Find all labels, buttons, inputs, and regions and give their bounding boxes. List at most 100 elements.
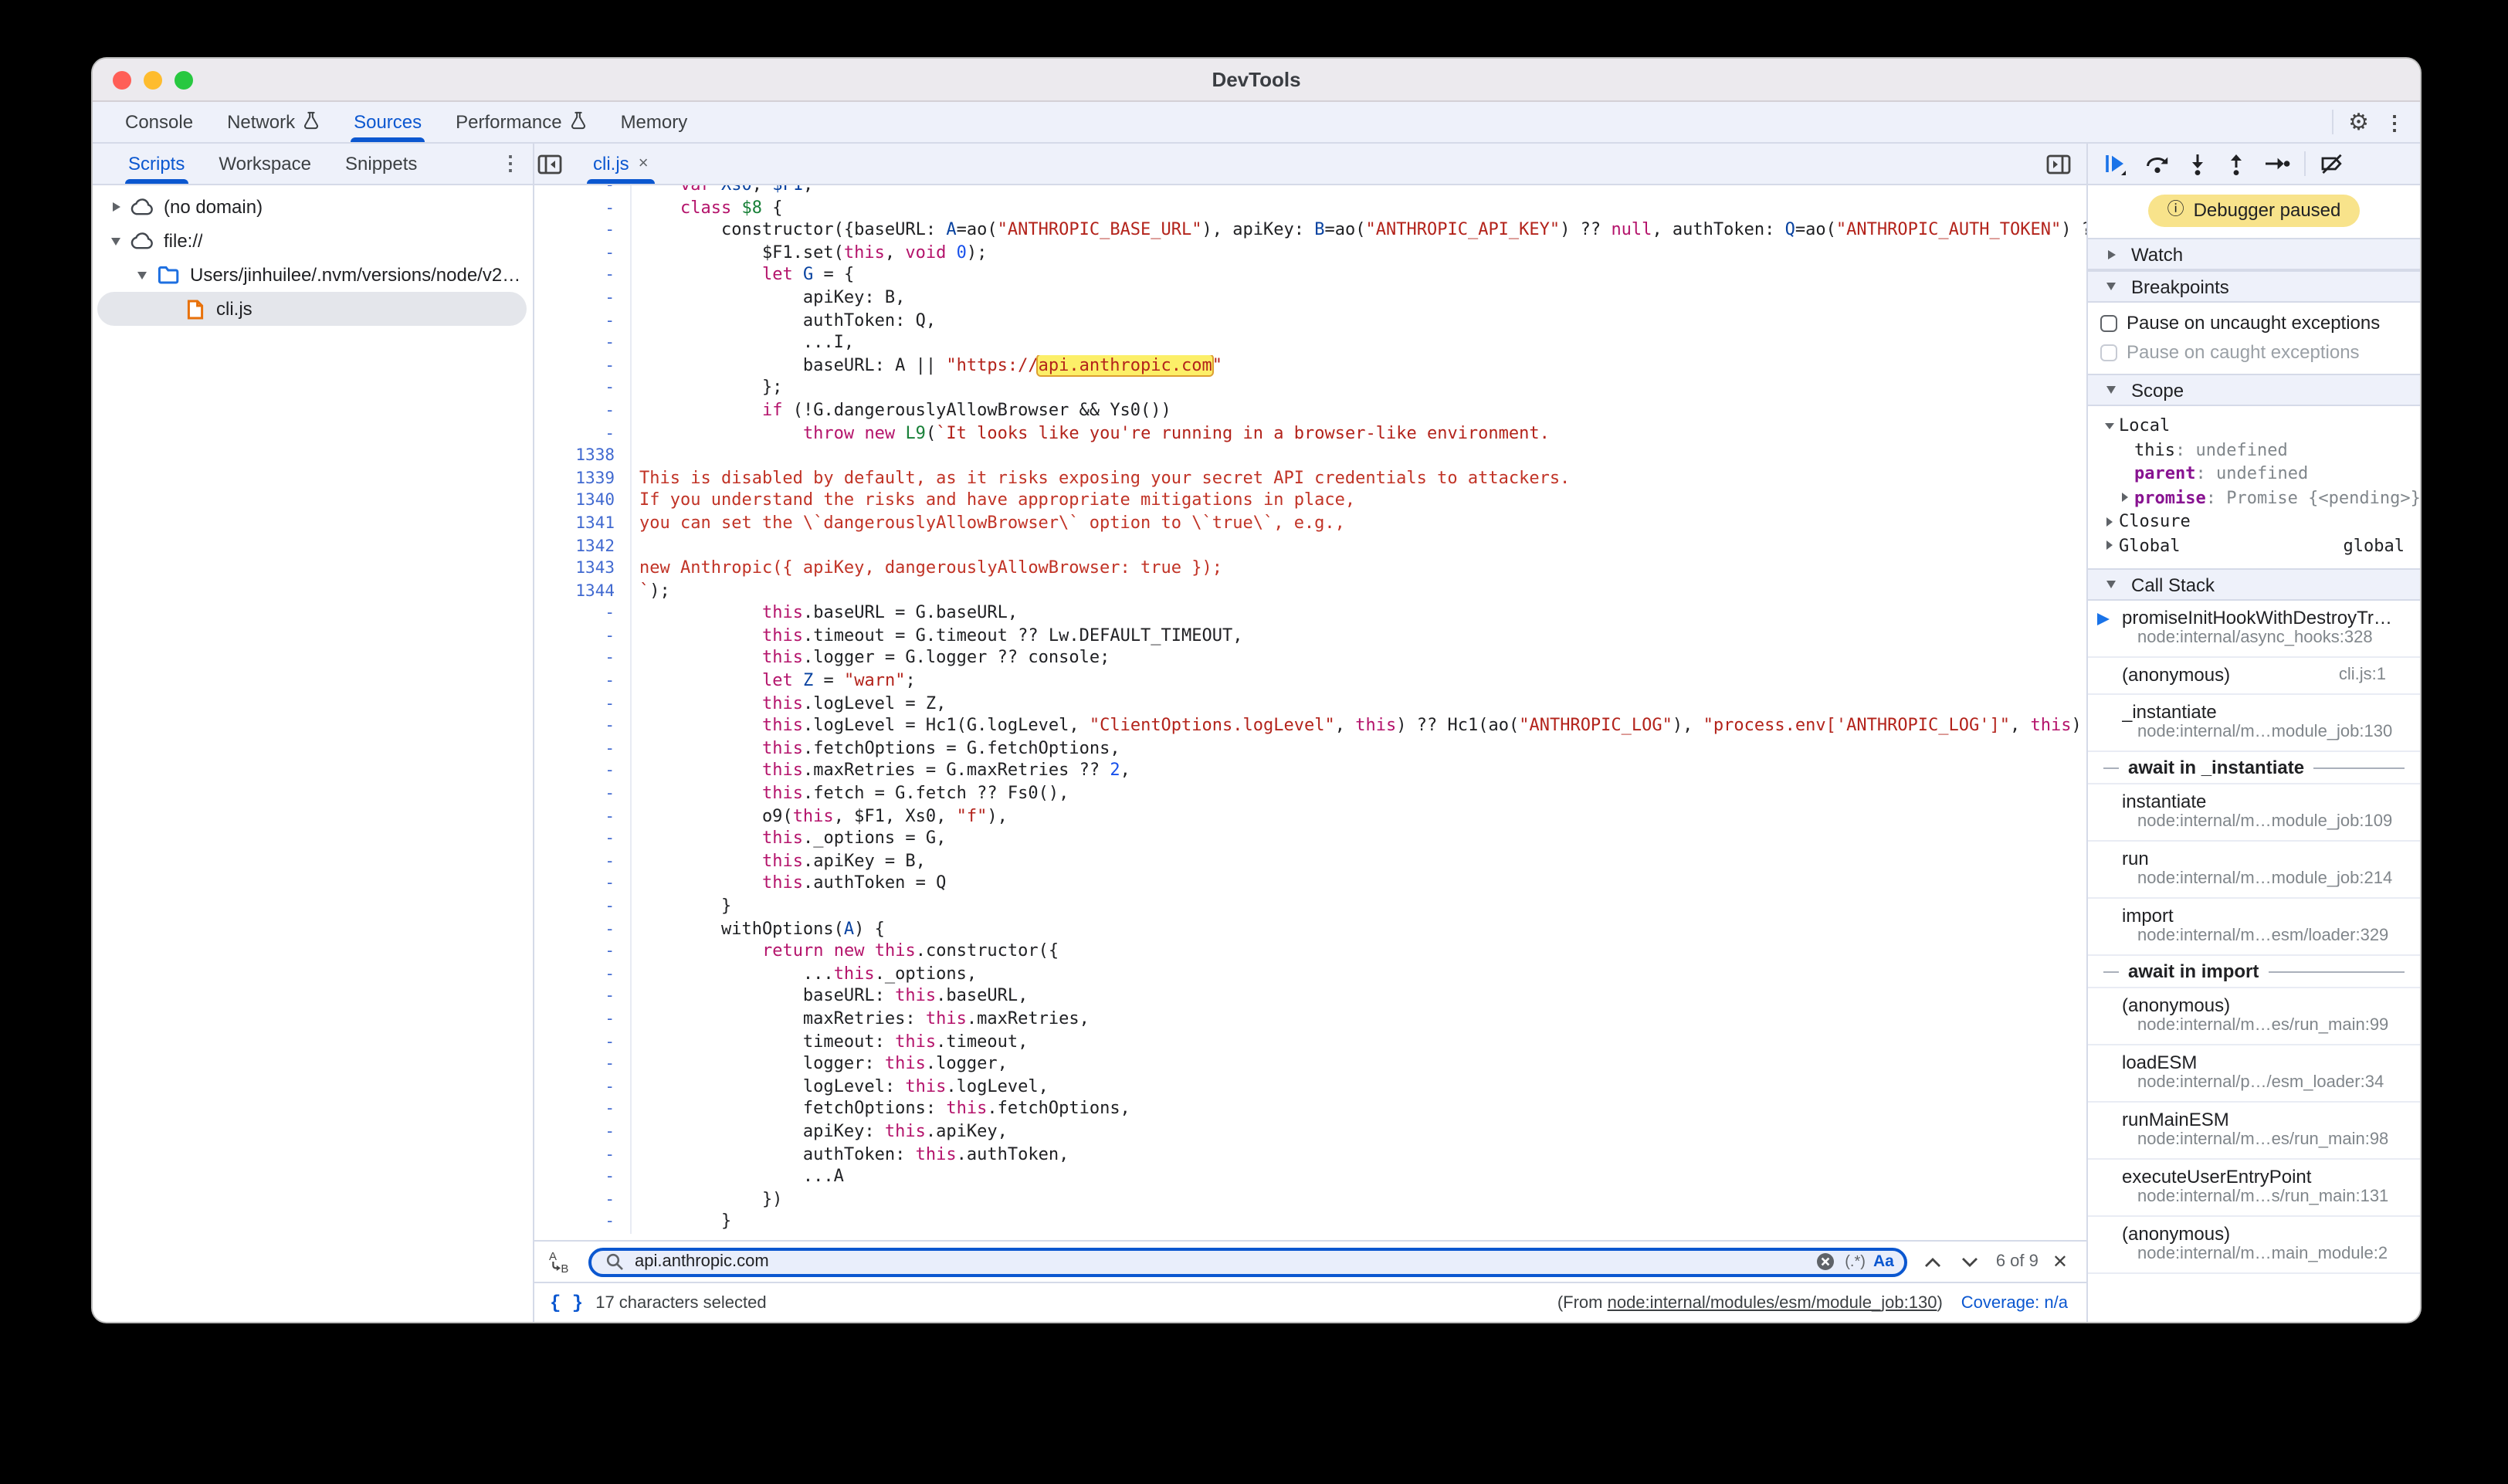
expander-right-icon[interactable] xyxy=(2100,517,2119,527)
code-line-text[interactable] xyxy=(632,445,2086,467)
call-stack-frame-runmainesm[interactable]: runMainESMnode:internal/m…es/run_main:98 xyxy=(2088,1103,2420,1160)
gutter-line-number[interactable]: - xyxy=(534,805,632,828)
code-line-text[interactable]: fetchOptions: this.fetchOptions, xyxy=(632,1099,2086,1121)
expander-down-icon[interactable] xyxy=(105,237,127,245)
call-stack-frame-anonymous[interactable]: (anonymous)node:internal/m…es/run_main:9… xyxy=(2088,988,2420,1045)
code-line-text[interactable]: maxRetries: this.maxRetries, xyxy=(632,1008,2086,1031)
call-stack-frame-anonymous[interactable]: (anonymous)cli.js:1 xyxy=(2088,658,2420,695)
step-over-button[interactable] xyxy=(2142,150,2173,178)
gutter-line-number[interactable]: - xyxy=(534,964,632,986)
call-stack-frame-instantiate[interactable]: instantiatenode:internal/m…module_job:10… xyxy=(2088,784,2420,842)
panel-tab-console[interactable]: Console xyxy=(108,102,210,142)
gutter-line-number[interactable]: - xyxy=(534,197,632,219)
scope-section-header[interactable]: Scope xyxy=(2088,374,2420,406)
code-line-text[interactable]: class $8 { xyxy=(632,197,2086,219)
gutter-line-number[interactable]: - xyxy=(534,1121,632,1143)
gutter-line-number[interactable]: - xyxy=(534,1099,632,1121)
gutter-line-number[interactable]: - xyxy=(534,1211,632,1234)
code-line-text[interactable]: you can set the \`dangerouslyAllowBrowse… xyxy=(632,513,2086,535)
code-line-text[interactable]: new Anthropic({ apiKey, dangerouslyAllow… xyxy=(632,557,2086,580)
step-out-button[interactable] xyxy=(2222,149,2250,178)
scope-row-promise[interactable]: promise: Promise {<pending>} xyxy=(2088,486,2420,510)
gutter-line-number[interactable]: - xyxy=(534,783,632,805)
gutter-line-number[interactable]: - xyxy=(534,185,632,197)
panel-tab-network[interactable]: Network xyxy=(210,102,337,142)
gutter-line-number[interactable]: - xyxy=(534,310,632,332)
gutter-line-number[interactable]: - xyxy=(534,896,632,918)
code-line-text[interactable]: let Z = "warn"; xyxy=(632,670,2086,693)
gutter-line-number[interactable]: - xyxy=(534,670,632,693)
code-line-text[interactable]: logger: this.logger, xyxy=(632,1053,2086,1076)
code-line-text[interactable]: return new this.constructor({ xyxy=(632,940,2086,963)
gutter-line-number[interactable]: 1343 xyxy=(534,557,632,580)
code-line-text[interactable]: this.maxRetries = G.maxRetries ?? 2, xyxy=(632,761,2086,783)
expander-right-icon[interactable] xyxy=(2100,541,2119,551)
code-line-text[interactable]: this.baseURL = G.baseURL, xyxy=(632,603,2086,625)
call-stack-frame-executeuserentrypoint[interactable]: executeUserEntryPointnode:internal/m…s/r… xyxy=(2088,1160,2420,1217)
gutter-line-number[interactable]: - xyxy=(534,761,632,783)
gutter-line-number[interactable]: - xyxy=(534,603,632,625)
code-line-text[interactable]: apiKey: B, xyxy=(632,287,2086,310)
match-case-toggle[interactable]: Aa xyxy=(1873,1252,1894,1271)
gutter-line-number[interactable]: - xyxy=(534,828,632,850)
gutter-line-number[interactable]: - xyxy=(534,648,632,670)
expander-down-icon[interactable] xyxy=(131,271,153,279)
clear-search-icon[interactable] xyxy=(1812,1249,1837,1274)
code-line-text[interactable]: this.fetchOptions = G.fetchOptions, xyxy=(632,738,2086,761)
gutter-line-number[interactable]: 1339 xyxy=(534,467,632,490)
panel-tab-sources[interactable]: Sources xyxy=(337,102,439,142)
code-line-text[interactable]: if (!G.dangerouslyAllowBrowser && Ys0()) xyxy=(632,400,2086,422)
gutter-line-number[interactable]: - xyxy=(534,265,632,287)
code-line-text[interactable]: this.logger = G.logger ?? console; xyxy=(632,648,2086,670)
gutter-line-number[interactable]: - xyxy=(534,332,632,354)
gutter-line-number[interactable]: - xyxy=(534,940,632,963)
editor-tab-cli-js[interactable]: cli.js × xyxy=(578,144,664,184)
tree-item-file[interactable]: file:// xyxy=(93,224,533,258)
gutter-line-number[interactable]: - xyxy=(534,378,632,400)
code-line-text[interactable]: this.logLevel = Z, xyxy=(632,693,2086,715)
settings-gear-icon[interactable]: ⚙ xyxy=(2348,110,2369,134)
resume-button[interactable] xyxy=(2100,149,2131,178)
gutter-line-number[interactable]: - xyxy=(534,625,632,648)
gutter-line-number[interactable]: - xyxy=(534,918,632,940)
code-line-text[interactable]: withOptions(A) { xyxy=(632,918,2086,940)
code-line-text[interactable]: ...I, xyxy=(632,332,2086,354)
navigator-more-icon[interactable]: ⋮ xyxy=(500,151,533,176)
gutter-line-number[interactable]: - xyxy=(534,242,632,265)
call-stack-section-header[interactable]: Call Stack xyxy=(2088,568,2420,601)
call-stack-frame-instantiate[interactable]: _instantiatenode:internal/m…module_job:1… xyxy=(2088,695,2420,752)
code-line-text[interactable] xyxy=(632,535,2086,557)
regex-toggle[interactable]: (.*) xyxy=(1845,1253,1866,1270)
gutter-line-number[interactable]: - xyxy=(534,986,632,1008)
code-line-text[interactable]: } xyxy=(632,1211,2086,1234)
search-field[interactable]: (.*) Aa xyxy=(588,1247,1908,1276)
panel-tab-memory[interactable]: Memory xyxy=(604,102,705,142)
code-line-text[interactable]: authToken: this.authToken, xyxy=(632,1143,2086,1166)
code-line-text[interactable]: var Xs0, $F1; xyxy=(632,185,2086,197)
gutter-line-number[interactable]: - xyxy=(534,400,632,422)
gutter-line-number[interactable]: - xyxy=(534,738,632,761)
call-stack-frame-loadesm[interactable]: loadESMnode:internal/p…/esm_loader:34 xyxy=(2088,1045,2420,1103)
navigator-tab-snippets[interactable]: Snippets xyxy=(328,144,434,184)
checkbox-icon[interactable] xyxy=(2100,314,2117,331)
gutter-line-number[interactable]: 1341 xyxy=(534,513,632,535)
call-stack-frame-run[interactable]: runnode:internal/m…module_job:214 xyxy=(2088,842,2420,899)
gutter-line-number[interactable]: 1340 xyxy=(534,490,632,513)
gutter-line-number[interactable]: - xyxy=(534,1188,632,1211)
code-line-text[interactable]: this.authToken = Q xyxy=(632,873,2086,896)
scope-row-local[interactable]: Local xyxy=(2088,414,2420,438)
code-line-text[interactable]: ...A xyxy=(632,1166,2086,1188)
gutter-line-number[interactable]: - xyxy=(534,1166,632,1188)
replace-toggle-icon[interactable]: AB xyxy=(545,1246,574,1277)
gutter-line-number[interactable]: - xyxy=(534,422,632,445)
code-line-text[interactable]: this.fetch = G.fetch ?? Fs0(), xyxy=(632,783,2086,805)
code-line-text[interactable]: ...this._options, xyxy=(632,964,2086,986)
scope-row-parent[interactable]: parent: undefined xyxy=(2088,462,2420,486)
scope-row-global[interactable]: Globalglobal xyxy=(2088,534,2420,557)
code-line-text[interactable]: }; xyxy=(632,378,2086,400)
tree-item-cli-js[interactable]: cli.js xyxy=(93,292,533,326)
expander-right-icon[interactable] xyxy=(105,202,127,212)
code-line-text[interactable]: baseURL: A || "https://api.anthropic.com… xyxy=(632,355,2086,378)
gutter-line-number[interactable]: 1342 xyxy=(534,535,632,557)
breakpoints-section-header[interactable]: Breakpoints xyxy=(2088,270,2420,303)
